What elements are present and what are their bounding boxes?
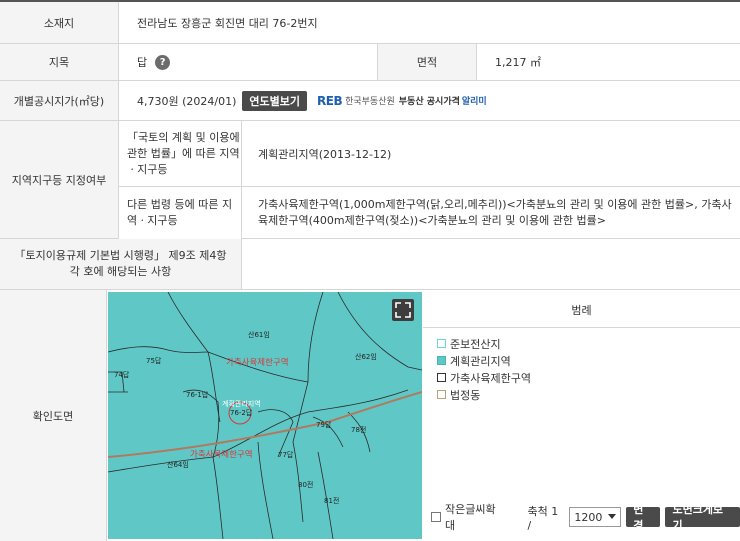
parcel-label: 80전 (298, 481, 314, 489)
zone-sub2-label: 다른 법령 등에 따른 지역ㆍ지구등 (119, 187, 241, 239)
legend-item: 가축사육제한구역 (423, 369, 740, 386)
zone-overlay-label: 가축사육제한구역 (190, 450, 253, 460)
help-icon[interactable]: ? (155, 54, 171, 70)
zone-sub2: 다른 법령 등에 따른 지역ㆍ지구등 가축사육제한구역(1,000m제한구역(닭… (119, 187, 740, 239)
legend-item-label: 가축사육제한구역 (450, 371, 531, 385)
price-cell: 4,730원 (2024/01) 연도별보기 REB 한국부동산원 부동산 공시… (119, 81, 487, 120)
price-value: 4,730원 (2024/01) (137, 94, 237, 108)
decree-label: 「토지이용규제 기본법 시행령」 제9조 제4항 각 호에 해당되는 사항 (0, 239, 241, 289)
yearly-view-button[interactable]: 연도별보기 (242, 90, 307, 111)
parcel-label: 77답 (278, 451, 294, 459)
parcel-label: 75답 (146, 357, 162, 365)
location-row: 소재지 전라남도 장흥군 회진면 대리 76-2번지 (0, 2, 740, 44)
decree-value (242, 239, 260, 289)
legend-item: 법정동 (423, 386, 740, 403)
scale-select-value: 1200 (574, 510, 603, 524)
parcel-label: 76-1답 (186, 391, 209, 399)
price-label: 개별공시지가(㎡당) (0, 81, 118, 120)
expand-icon (395, 302, 411, 318)
area-value: 1,217 ㎡ (495, 56, 541, 69)
price-row: 개별공시지가(㎡당) 4,730원 (2024/01) 연도별보기 REB 한국… (0, 81, 740, 121)
reb-price-link[interactable]: REB 한국부동산원 부동산 공시가격 알리미 (315, 94, 487, 108)
legend-swatch (437, 373, 446, 382)
legend-swatch (437, 356, 446, 365)
legal-district-boundary (108, 391, 422, 458)
zone-label: 지역지구등 지정여부 (0, 121, 118, 238)
legend-swatch (437, 390, 446, 399)
zone-overlay-label: 가축사육제한구역 (226, 358, 289, 368)
legend-title: 범례 (423, 292, 740, 328)
land-category-cell: 답 ? (119, 44, 171, 80)
land-category-label: 지목 (0, 44, 118, 80)
reb-org-name: 한국부동산원 (345, 97, 395, 107)
map-legend: 범례 준보전산지 계획관리지역 가축사육제한구역 법정동 작은글씨확대 축척 1 (423, 292, 740, 541)
zone-sub1-value: 계획관리지역(2013-12-12) (258, 147, 392, 161)
parcel-label: 산61임 (248, 331, 270, 339)
zone-sub1: 「국토의 계획 및 이용에 관한 법률」에 따른 지역ㆍ지구등 계획관리지역(2… (119, 121, 740, 187)
legend-swatch (437, 339, 446, 348)
land-use-plan-table: 소재지 전라남도 장흥군 회진면 대리 76-2번지 지목 답 ? 면적 1,2… (0, 0, 740, 541)
parcel-map[interactable]: 산61임 75답 74답 산62임 76-1답 계획관리지역 76-2답 79답… (108, 292, 422, 539)
parcel-label: 산62임 (355, 353, 377, 361)
parcel-label: 81전 (324, 497, 340, 505)
parcel-label: 76-2답 (230, 409, 253, 417)
legend-item: 준보전산지 (423, 335, 740, 352)
parcel-label: 79답 (316, 421, 332, 429)
location-value: 전라남도 장흥군 회진면 대리 76-2번지 (137, 16, 318, 30)
zone-sub2-value: 가축사육제한구역(1,000m제한구역(닭,오리,메추리))<가축분뇨의 관리 … (258, 198, 732, 227)
legend-list: 준보전산지 계획관리지역 가축사육제한구역 법정동 (423, 328, 740, 403)
map-controls: 작은글씨확대 축척 1 / 1200 변경 도면크게보기 (423, 501, 740, 533)
fullscreen-expand-button[interactable] (392, 299, 414, 321)
legend-item: 계획관리지역 (423, 352, 740, 369)
chevron-down-icon (608, 514, 617, 519)
land-category-value: 답 (137, 56, 148, 69)
category-row: 지목 답 ? 면적 1,217 ㎡ (0, 44, 740, 81)
small-text-checkbox[interactable] (431, 512, 441, 522)
reb-logo-icon: REB (317, 93, 343, 108)
zone-sub1-label: 「국토의 계획 및 이용에 관한 법률」에 따른 지역ㆍ지구등 (119, 121, 241, 186)
reb-alert-name: 알리미 (461, 97, 487, 107)
location-label: 소재지 (0, 2, 118, 43)
parcel-label: 78전 (351, 426, 367, 434)
scale-select[interactable]: 1200 (569, 507, 622, 527)
small-text-label[interactable]: 작은글씨확대 (445, 501, 506, 533)
area-label: 면적 (378, 44, 476, 80)
reb-service-name: 부동산 공시가격 (398, 97, 460, 107)
map-row-label: 확인도면 (0, 290, 106, 541)
enlarge-map-button[interactable]: 도면크게보기 (665, 503, 740, 532)
legend-item-label: 준보전산지 (450, 337, 501, 351)
change-scale-button[interactable]: 변경 (626, 503, 661, 532)
decree-row: 「토지이용규제 기본법 시행령」 제9조 제4항 각 호에 해당되는 사항 (0, 239, 740, 290)
parcel-label: 74답 (114, 371, 130, 379)
parcel-label: 산64임 (167, 461, 189, 469)
scale-label: 축척 1 / (527, 504, 559, 532)
zone-row: 지역지구등 지정여부 「국토의 계획 및 이용에 관한 법률」에 따른 지역ㆍ지… (0, 121, 740, 239)
legend-item-label: 법정동 (450, 388, 481, 402)
legend-item-label: 계획관리지역 (450, 354, 511, 368)
